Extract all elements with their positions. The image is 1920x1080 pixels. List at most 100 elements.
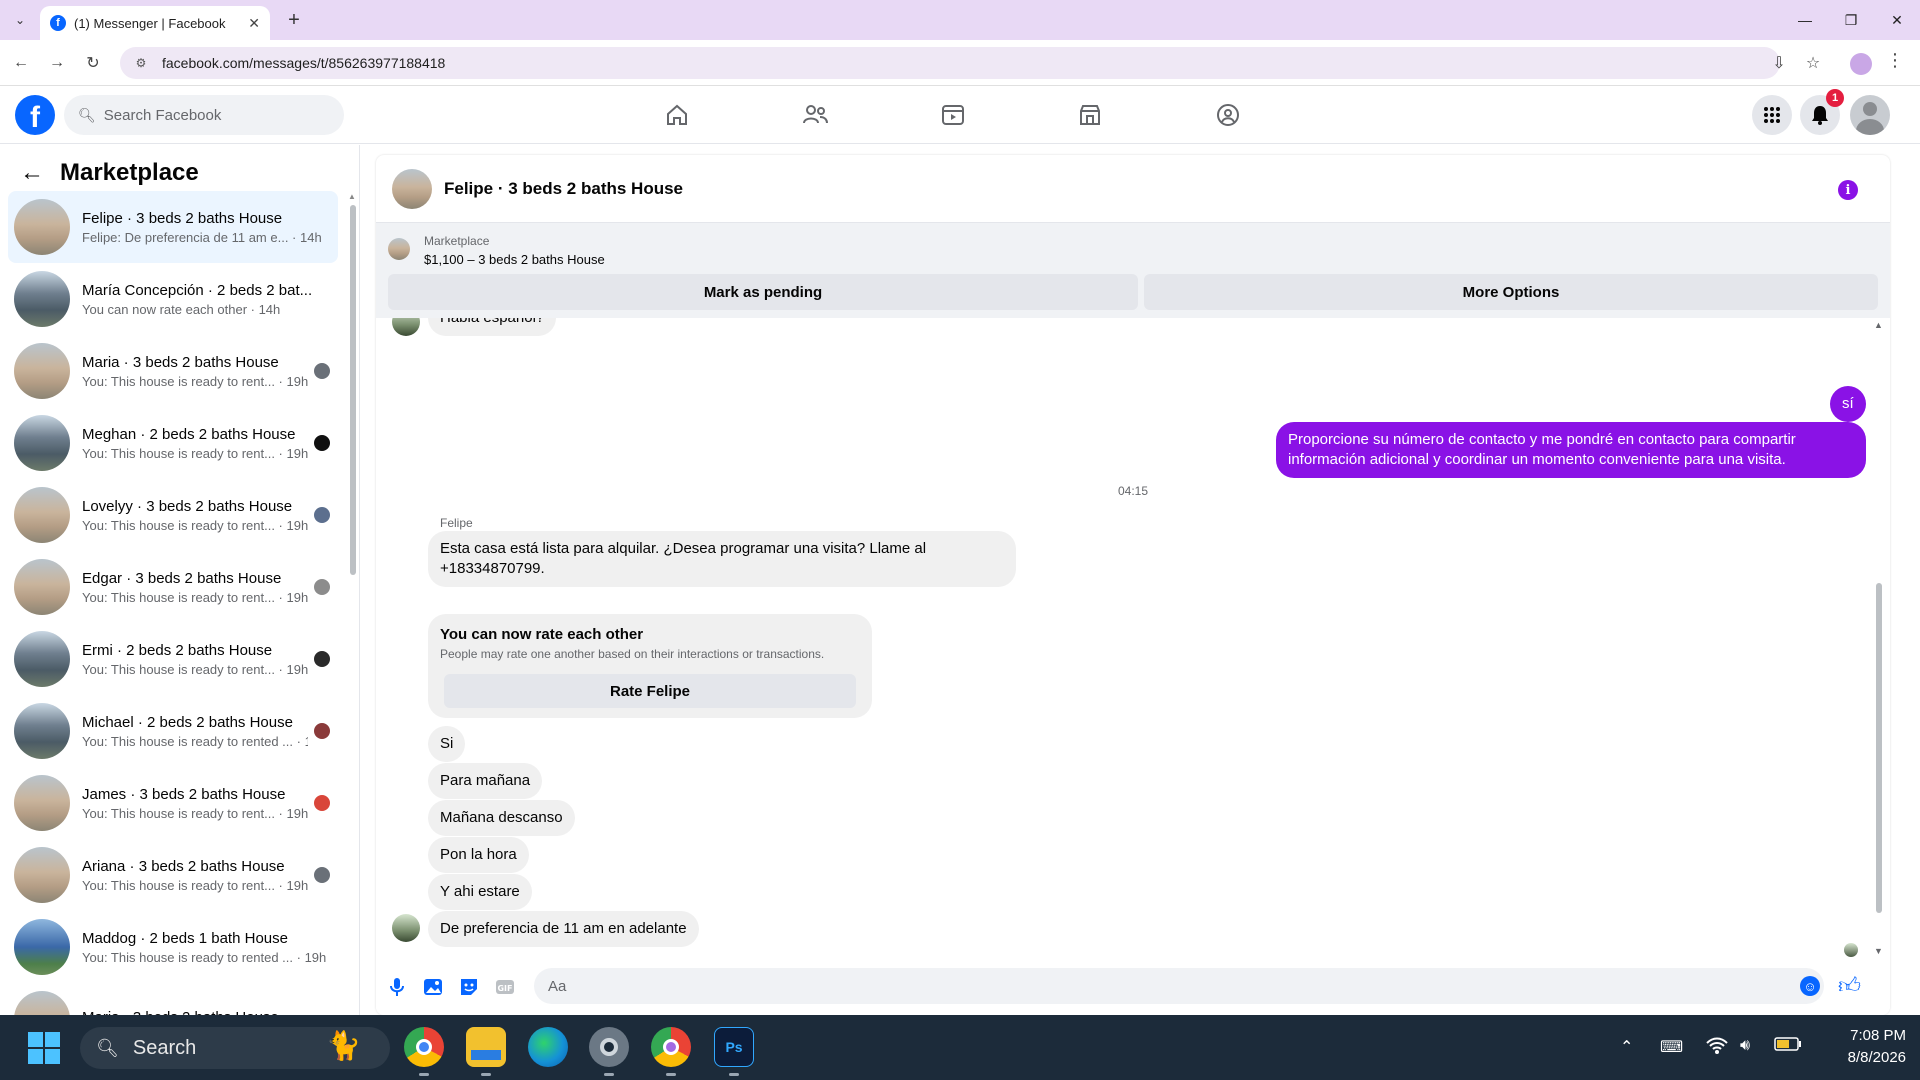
browser-menu-icon[interactable]: ⋮: [1886, 50, 1904, 71]
browser-profile-avatar[interactable]: [1850, 53, 1872, 75]
seen-by-avatar: [314, 867, 330, 883]
scroll-up-arrow-icon[interactable]: ▲: [348, 192, 356, 201]
conversation-name: Ariana · 3 beds 2 baths House: [82, 857, 285, 875]
more-options-button[interactable]: More Options: [1144, 274, 1878, 310]
tab-list-chevron-icon[interactable]: ⌄: [8, 8, 32, 32]
conversation-item[interactable]: Felipe · 3 beds 2 baths House Felipe: De …: [8, 191, 338, 263]
conversation-text: Maddog · 2 beds 1 bath House You: This ho…: [82, 930, 338, 965]
conversation-item[interactable]: Ermi · 2 beds 2 baths House You: This hou…: [8, 623, 338, 695]
install-app-icon[interactable]: ⇩: [1768, 52, 1790, 74]
emoji-icon[interactable]: ☺: [1800, 976, 1820, 996]
chrome-profile-icon[interactable]: [651, 1027, 691, 1067]
site-info-icon[interactable]: ⚙: [132, 54, 150, 72]
sidebar-title: Marketplace: [60, 159, 199, 186]
conversation-item[interactable]: Lovelyy · 3 beds 2 baths House You: This …: [8, 479, 338, 551]
back-arrow-icon[interactable]: ←: [8, 50, 34, 76]
taskbar-search-label: Search: [132, 1036, 197, 1059]
thumbs-up-icon[interactable]: 👍︎: [1838, 972, 1861, 999]
keyboard-icon[interactable]: ⌨: [1660, 1037, 1683, 1057]
scroll-up-arrow-icon[interactable]: ▲: [1874, 320, 1883, 330]
windows-start-icon[interactable]: [28, 1032, 60, 1064]
conversation-avatar: [14, 415, 70, 471]
conversation-name: Felipe · 3 beds 2 baths House: [82, 209, 283, 227]
conversation-item[interactable]: Ariana · 3 beds 2 baths House You: This h…: [8, 839, 338, 911]
listing-thumbnail[interactable]: [388, 238, 410, 260]
back-arrow-icon[interactable]: ←: [20, 159, 44, 187]
chat-title[interactable]: Felipe · 3 beds 2 baths House: [444, 179, 683, 199]
menu-grid-icon[interactable]: [1752, 95, 1792, 135]
conversation-avatar: [14, 343, 70, 399]
listing-source-label: Marketplace: [424, 234, 490, 248]
tab-close-icon[interactable]: ✕: [248, 15, 260, 32]
browser-tab[interactable]: f (1) Messenger | Facebook ✕: [40, 6, 270, 40]
facebook-search-input[interactable]: 🔍︎ Search Facebook: [64, 95, 344, 135]
conversation-avatar: [14, 631, 70, 687]
groups-icon[interactable]: [1211, 98, 1245, 132]
message-list: Habla español? sí Proporcione su número …: [376, 318, 1890, 958]
search-highlight-cat-icon: 🐈: [326, 1030, 361, 1061]
app-running-indicator: [604, 1073, 614, 1076]
conversation-text: Maria · 3 beds 2 baths House You: This ho…: [82, 354, 308, 389]
conversation-item[interactable]: María Concepción · 2 beds 2 bat... You ca…: [8, 263, 338, 335]
photoshop-icon[interactable]: Ps: [714, 1027, 754, 1067]
restore-icon[interactable]: ❐: [1828, 0, 1874, 40]
scroll-down-arrow-icon[interactable]: ▼: [1874, 946, 1883, 956]
conversation-item[interactable]: Edgar · 3 beds 2 baths House You: This ho…: [8, 551, 338, 623]
mark-as-pending-button[interactable]: Mark as pending: [388, 274, 1138, 310]
conversation-item[interactable]: Meghan · 2 beds 2 baths House You: This h…: [8, 407, 338, 479]
window-close-icon[interactable]: ✕: [1874, 0, 1920, 40]
message-bubble-outgoing: sí: [1830, 386, 1866, 422]
sidebar-header: ← Marketplace: [20, 159, 199, 187]
facebook-logo-icon[interactable]: f: [15, 95, 55, 135]
microphone-icon[interactable]: [386, 976, 408, 998]
chat-scrollbar[interactable]: [1876, 583, 1882, 913]
conversation-list: Felipe · 3 beds 2 baths House Felipe: De …: [8, 191, 338, 1015]
seen-by-avatar: [314, 651, 330, 667]
bookmark-star-icon[interactable]: ☆: [1802, 52, 1824, 74]
reload-icon[interactable]: ↻: [80, 50, 106, 76]
marketplace-sidebar: ← Marketplace Felipe · 3 beds 2 baths Ho…: [0, 145, 360, 1015]
forward-arrow-icon[interactable]: →: [44, 50, 70, 76]
chrome-icon[interactable]: [404, 1027, 444, 1067]
conversation-item[interactable]: Michael · 2 beds 2 baths House You: This …: [8, 695, 338, 767]
conversation-preview: You: This house is ready to rent... · 19…: [82, 661, 308, 677]
conversation-avatar: [14, 775, 70, 831]
conversation-avatar: [14, 559, 70, 615]
edge-icon[interactable]: [528, 1027, 568, 1067]
sender-avatar: [392, 318, 420, 336]
conversation-item[interactable]: Maddog · 2 beds 1 bath House You: This ho…: [8, 911, 338, 983]
url-field[interactable]: ⚙ facebook.com/messages/t/85626397718841…: [120, 47, 1780, 79]
volume-icon[interactable]: 🔊︎: [1740, 1037, 1750, 1055]
settings-gear-icon[interactable]: [589, 1027, 629, 1067]
watch-video-icon[interactable]: [936, 98, 970, 132]
friends-icon[interactable]: [798, 98, 832, 132]
tray-chevron-icon[interactable]: ⌃: [1620, 1037, 1633, 1057]
conversation-item[interactable]: James · 3 beds 2 baths House You: This ho…: [8, 767, 338, 839]
listing-price[interactable]: $1,100 – 3 beds 2 baths House: [424, 252, 605, 267]
file-explorer-icon[interactable]: [466, 1027, 506, 1067]
rate-felipe-button[interactable]: Rate Felipe: [444, 674, 856, 708]
wifi-icon[interactable]: [1706, 1037, 1728, 1060]
gif-icon[interactable]: GIF: [494, 976, 516, 998]
new-tab-plus-icon[interactable]: +: [282, 8, 306, 32]
sidebar-scrollbar[interactable]: [350, 205, 356, 575]
message-input[interactable]: Aa: [534, 968, 1824, 1004]
account-avatar[interactable]: [1850, 95, 1890, 135]
conversation-preview: Felipe: De preferencia de 11 am e... · 1…: [82, 229, 322, 245]
info-icon[interactable]: i: [1838, 180, 1858, 200]
conversation-preview: You: This house is ready to rent... · 19…: [82, 589, 308, 605]
minimize-icon[interactable]: —: [1782, 0, 1828, 40]
conversation-preview: You can now rate each other · 14h: [82, 301, 281, 317]
rate-card-title: You can now rate each other: [440, 626, 644, 643]
home-icon[interactable]: [660, 98, 694, 132]
conversation-item[interactable]: Maria · 3 beds 2 baths House You: This ho…: [8, 335, 338, 407]
app-running-indicator: [481, 1073, 491, 1076]
rate-card: You can now rate each other People may r…: [428, 614, 872, 718]
photo-icon[interactable]: [422, 976, 444, 998]
sticker-icon[interactable]: [458, 976, 480, 998]
conversation-item[interactable]: Maria · 3 beds 2 baths House: [8, 983, 338, 1015]
chat-avatar[interactable]: [392, 168, 432, 209]
marketplace-icon[interactable]: [1073, 98, 1107, 132]
battery-icon[interactable]: [1774, 1037, 1802, 1056]
system-clock[interactable]: 7:08 PM 8/8/2026: [1826, 1025, 1906, 1069]
